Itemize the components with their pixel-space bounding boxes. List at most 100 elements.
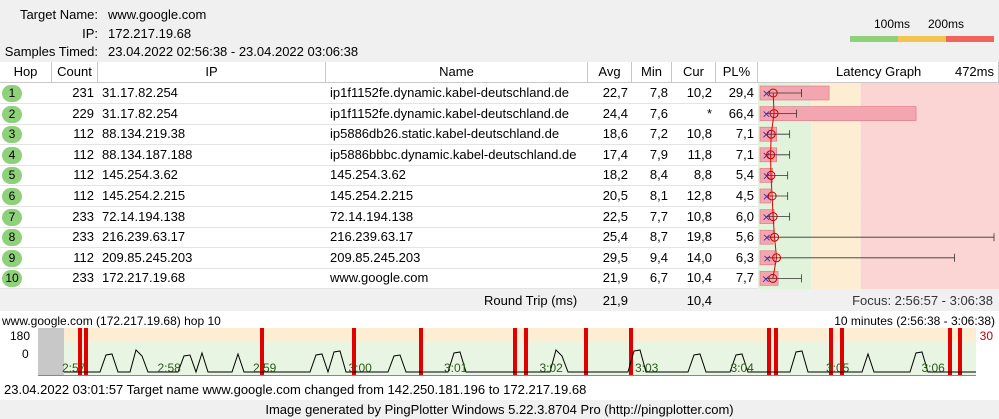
round-trip-label: Round Trip (ms)	[484, 293, 578, 308]
timeline-tick-label: 2:59	[253, 361, 277, 375]
cell-min: 7,8	[649, 85, 668, 100]
latency-graph: ××××××××××	[758, 83, 999, 289]
cell-min: 7,7	[649, 208, 668, 224]
hop-number-badge: 6	[2, 188, 22, 205]
hop-cell: 4	[0, 145, 52, 166]
table-header: Hop Count IP Name Avg Min Cur PL% Latenc…	[0, 62, 999, 83]
cell-pl: 6,0	[735, 208, 754, 224]
cell-avg: 22,7	[602, 85, 628, 100]
col-name[interactable]: Name	[326, 62, 588, 83]
cell-count: 112	[73, 167, 94, 183]
packet-loss-marker	[513, 328, 517, 376]
hop-cell: 8	[0, 227, 52, 248]
hop-number-badge: 10	[2, 270, 22, 288]
col-pl[interactable]: PL%	[716, 62, 758, 83]
summary-header: Target Name: www.google.com IP: 172.217.…	[0, 0, 999, 62]
cell-cur: 10,8	[686, 126, 712, 142]
round-trip-avg: 21,9	[602, 293, 628, 308]
cell-pl: 7,1	[735, 146, 754, 162]
cell-name: ip5886db26.static.kabel-deutschland.de	[330, 126, 560, 142]
cell-cur: 12,8	[686, 188, 712, 203]
legend-bad-swatch	[946, 36, 994, 42]
col-latency-graph[interactable]: Latency Graph 472ms	[758, 62, 999, 83]
cell-cur: 11,8	[687, 146, 712, 162]
cell-pl: 66,4	[728, 105, 754, 121]
cell-count: 112	[73, 249, 94, 265]
cell-min: 8,4	[649, 167, 668, 183]
hop-cell: 5	[0, 165, 52, 186]
timeline-tick-label: 3:03	[635, 361, 659, 375]
cell-avg: 29,5	[602, 249, 628, 265]
cell-pl: 7,1	[735, 126, 754, 142]
hop-number-badge: 7	[2, 208, 22, 226]
min-marker: ×	[763, 252, 772, 265]
timeline-tick-label: 3:01	[444, 361, 468, 375]
col-avg[interactable]: Avg	[588, 62, 632, 83]
packet-loss-marker	[767, 328, 771, 376]
cell-count: 112	[73, 188, 94, 203]
cell-avg: 25,4	[602, 229, 628, 245]
hop-cell: 7	[0, 207, 52, 228]
timeline-panel[interactable]: www.google.com (172.217.19.68) hop 10 10…	[0, 311, 999, 379]
cell-name: www.google.com	[330, 270, 429, 286]
legend-warn-swatch	[898, 36, 946, 42]
cell-avg: 18,2	[602, 167, 628, 183]
hop-cell: 10	[0, 268, 52, 289]
col-min[interactable]: Min	[632, 62, 672, 83]
focus-range: Focus: 2:56:57 - 3:06:38	[852, 293, 993, 308]
cell-avg: 21,9	[602, 270, 628, 286]
packet-loss-marker	[524, 328, 528, 376]
samples-label: Samples Timed:	[4, 44, 98, 59]
cell-min: 8,7	[649, 229, 668, 245]
cell-pl: 7,7	[735, 270, 754, 286]
status-line: 23.04.2022 03:01:57 Target name www.goog…	[4, 382, 587, 397]
timeline-warn-band	[38, 328, 976, 342]
col-hop[interactable]: Hop	[0, 62, 52, 83]
cell-count: 229	[72, 105, 94, 121]
cell-min: 6,7	[649, 270, 668, 286]
cell-count: 233	[72, 270, 94, 286]
packet-loss-marker	[948, 328, 952, 376]
cell-count: 231	[72, 85, 94, 100]
cell-avg: 20,5	[602, 188, 628, 203]
hop-cell: 1	[0, 83, 52, 104]
round-trip-cur: 10,4	[686, 293, 712, 308]
cell-ip: 145.254.3.62	[102, 167, 178, 183]
ip-value: 172.217.19.68	[108, 26, 192, 41]
cell-ip: 72.14.194.138	[102, 208, 186, 224]
cell-pl: 5,6	[735, 229, 754, 245]
cell-name: ip1f1152fe.dynamic.kabel-deutschland.de	[330, 105, 569, 121]
hop-number-badge: 8	[2, 229, 22, 247]
hop-number-badge: 5	[2, 167, 22, 185]
cell-avg: 18,6	[602, 126, 628, 142]
hop-cell: 9	[0, 248, 52, 269]
timeline-tick-label: 3:00	[348, 361, 372, 375]
hop-cell: 2	[0, 104, 52, 125]
cell-name: ip5886bbbc.dynamic.kabel-deutschland.de	[330, 146, 577, 162]
cell-pl: 6,3	[735, 249, 754, 265]
timeline-tick-label: 3:06	[921, 361, 945, 375]
cell-count: 233	[72, 229, 94, 245]
packet-loss-marker	[958, 328, 962, 376]
packet-loss-marker	[774, 328, 778, 376]
cell-pl: 5,4	[735, 167, 754, 183]
cell-ip: 172.217.19.68	[102, 270, 186, 286]
hop-number-badge: 3	[2, 126, 22, 144]
cell-ip: 88.134.187.188	[102, 146, 193, 162]
legend-good-swatch	[850, 36, 898, 42]
timeline-range: 10 minutes (2:56:38 - 3:06:38)	[834, 314, 995, 328]
latency-graph-title: Latency Graph	[836, 64, 922, 79]
cell-name: 72.14.194.138	[330, 208, 414, 224]
cell-min: 7,6	[649, 105, 668, 121]
col-cur[interactable]: Cur	[672, 62, 716, 83]
col-ip[interactable]: IP	[98, 62, 326, 83]
cell-ip: 145.254.2.215	[102, 188, 186, 203]
cell-avg: 22,5	[602, 208, 628, 224]
hop-number-badge: 1	[2, 85, 22, 102]
cell-ip: 31.17.82.254	[102, 105, 178, 121]
cell-cur: 10,8	[686, 208, 712, 224]
col-count[interactable]: Count	[52, 62, 98, 83]
timeline-tick-label: 2:58	[157, 361, 181, 375]
cell-cur: 10,2	[686, 85, 712, 100]
hop-number-badge: 4	[2, 146, 22, 164]
